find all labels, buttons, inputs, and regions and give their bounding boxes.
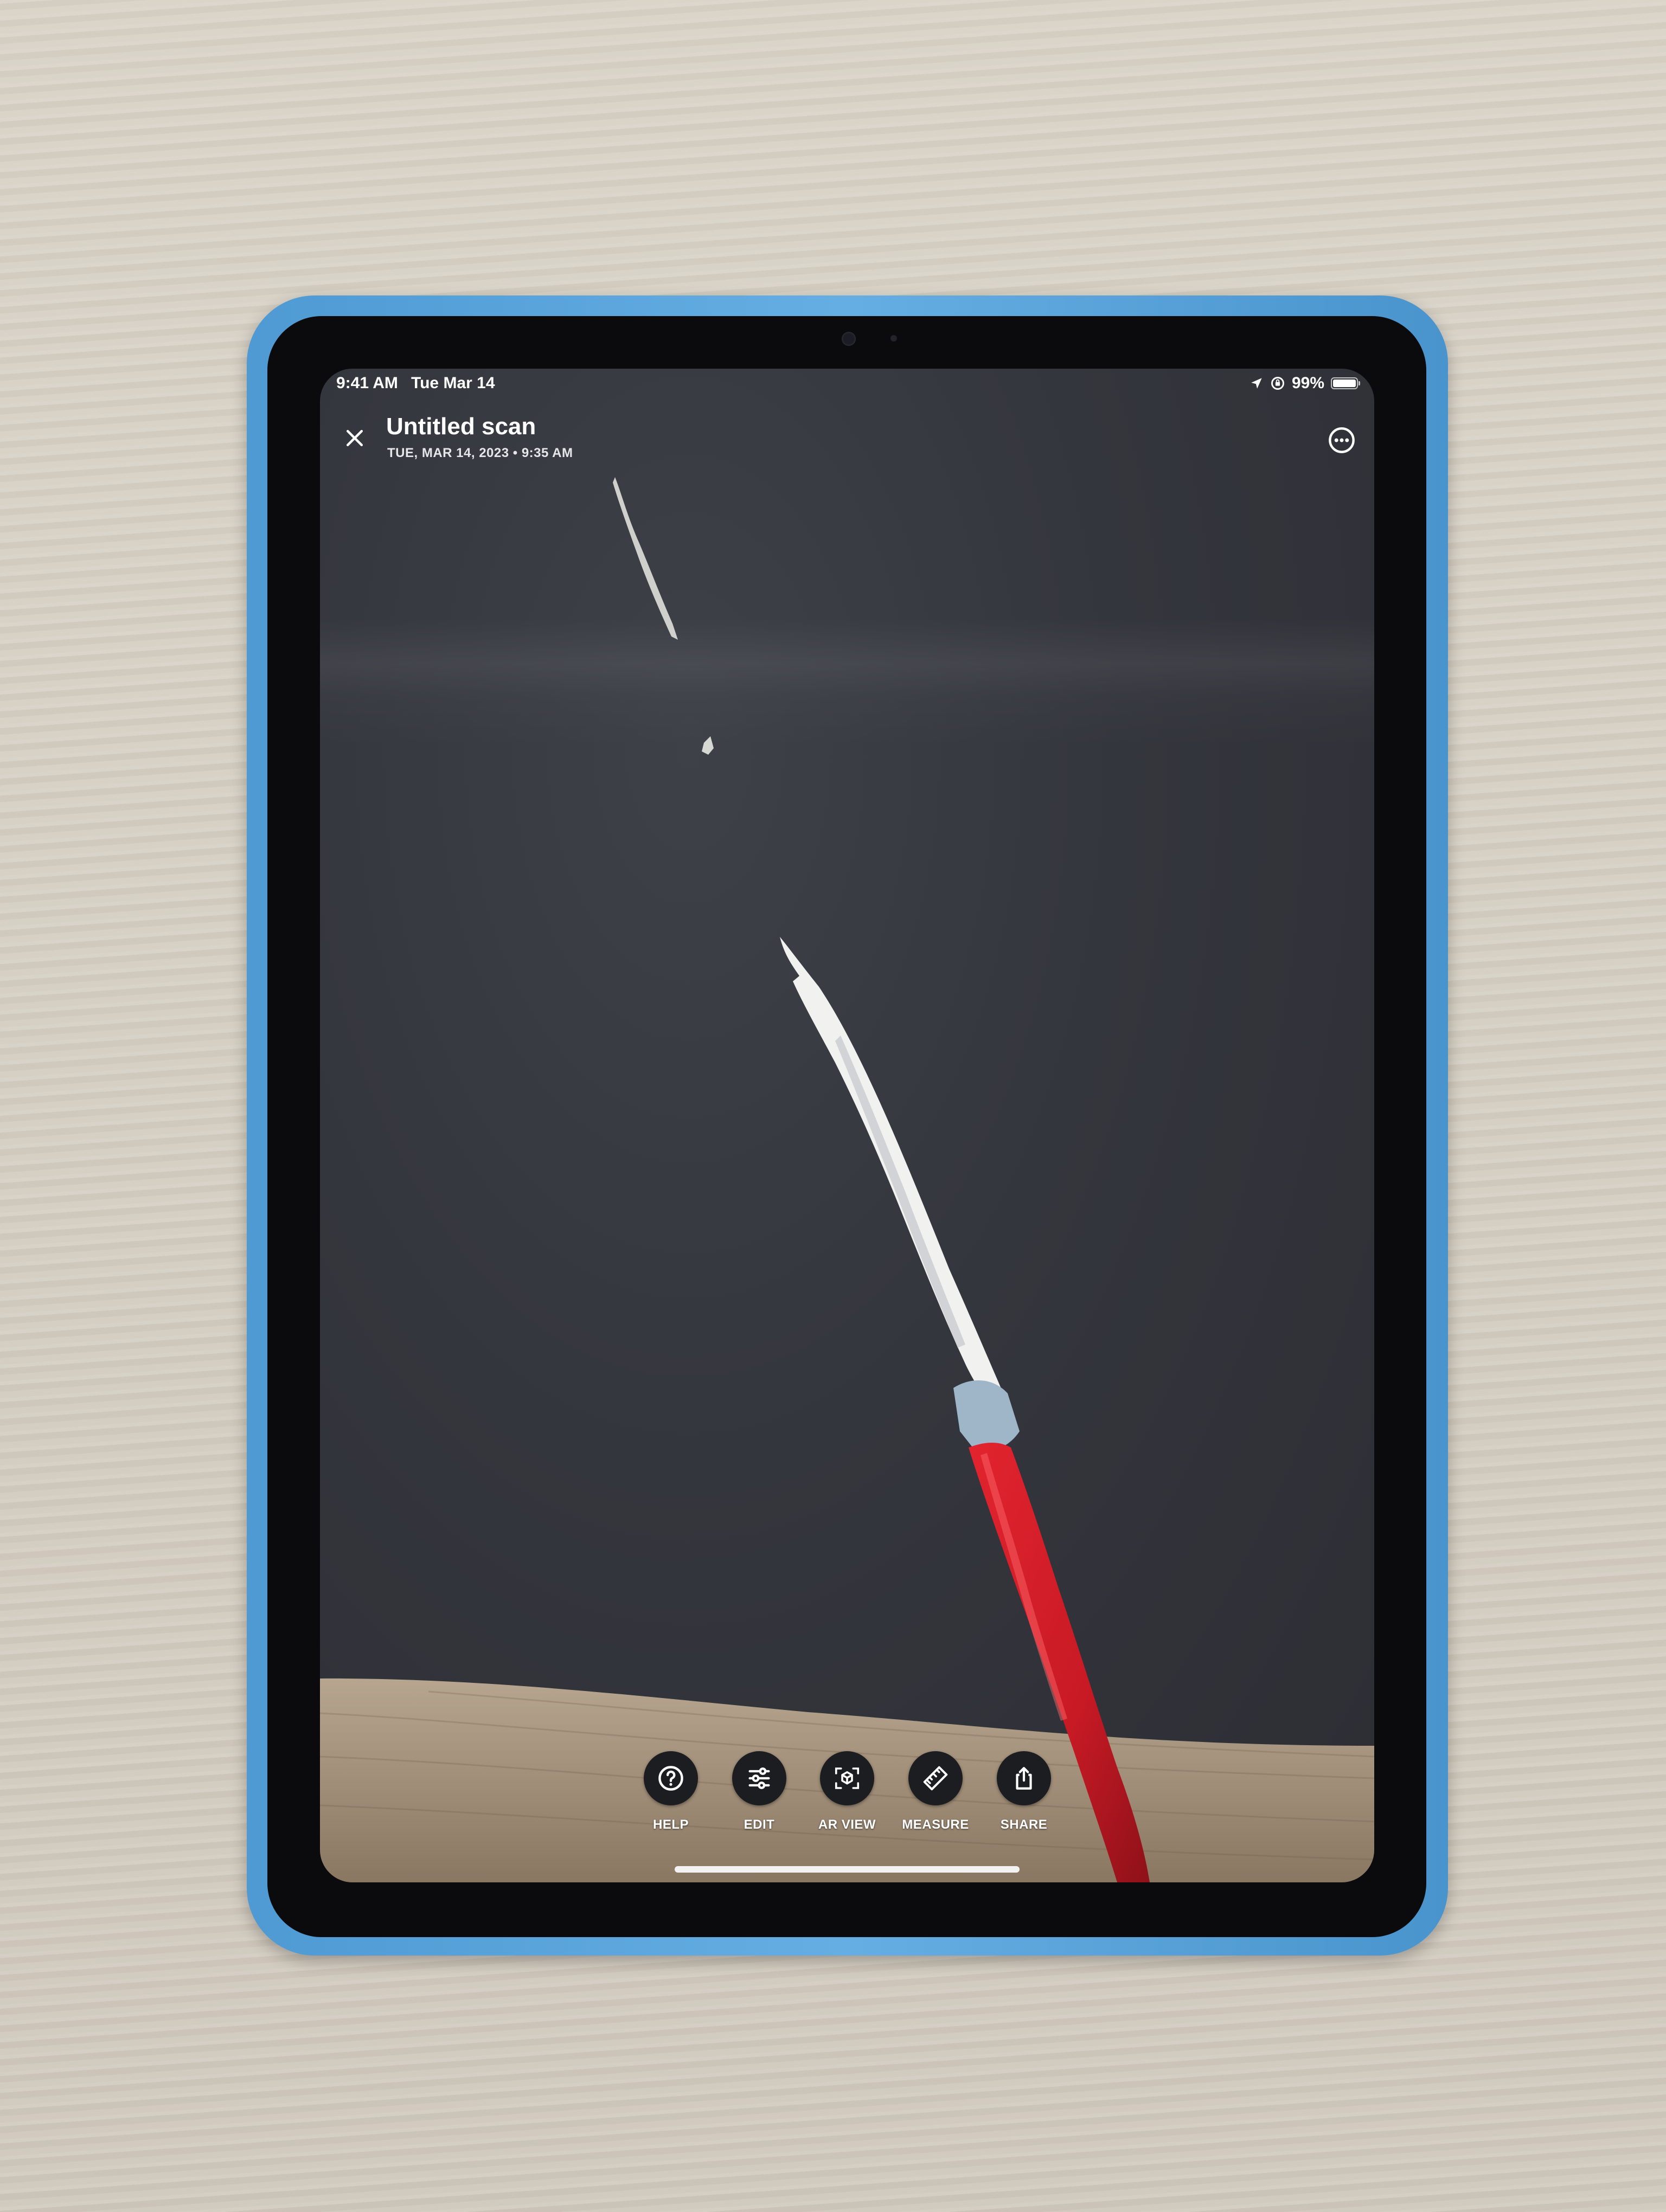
help-button[interactable]: HELP	[627, 1751, 714, 1832]
help-button-circle[interactable]	[644, 1751, 698, 1805]
tablet-screen: 9:41 AM Tue Mar 14 99% Untitled scan TUE…	[320, 369, 1374, 1882]
help-icon	[658, 1766, 683, 1791]
scan-fragment-top	[613, 477, 678, 640]
more-options-button[interactable]	[1325, 424, 1358, 456]
edit-label: EDIT	[744, 1817, 775, 1832]
scan-pole-joint	[953, 1380, 1020, 1452]
status-date: Tue Mar 14	[411, 374, 495, 392]
ar-view-label: AR VIEW	[818, 1817, 876, 1832]
share-button[interactable]: SHARE	[981, 1751, 1067, 1832]
ambient-sensor	[890, 335, 897, 342]
status-indicators: 99%	[1250, 374, 1360, 393]
measure-button-circle[interactable]	[908, 1751, 963, 1805]
scan-pole-shade	[835, 1036, 965, 1348]
close-icon	[346, 429, 363, 447]
battery-cap	[1359, 381, 1360, 385]
home-indicator[interactable]	[675, 1866, 1020, 1873]
share-button-circle[interactable]	[997, 1751, 1051, 1805]
status-time: 9:41 AM	[336, 374, 398, 392]
edit-button[interactable]: EDIT	[716, 1751, 803, 1832]
share-icon	[1016, 1767, 1032, 1790]
bottom-toolbar: HELP EDIT AR VIEW MEASURE SHARE	[320, 1751, 1374, 1849]
share-label: SHARE	[1000, 1817, 1048, 1832]
measure-button[interactable]: MEASURE	[892, 1751, 979, 1832]
ruler-icon	[923, 1766, 948, 1791]
scan-3d-view[interactable]	[320, 369, 1374, 1882]
front-camera	[842, 332, 856, 346]
sliders-icon	[748, 1767, 770, 1789]
measure-label: MEASURE	[902, 1817, 969, 1832]
ar-view-button-circle[interactable]	[820, 1751, 874, 1805]
status-bar: 9:41 AM Tue Mar 14 99%	[320, 369, 1374, 401]
more-options-icon	[1329, 427, 1355, 453]
scan-timestamp: TUE, MAR 14, 2023 • 9:35 AM	[387, 446, 573, 460]
scan-title[interactable]: Untitled scan	[386, 413, 536, 440]
screen-lock-rotation-icon	[1271, 377, 1284, 390]
battery-icon	[1331, 377, 1360, 389]
battery-percent: 99%	[1291, 374, 1324, 392]
help-label: HELP	[652, 1817, 689, 1832]
location-arrow-icon	[1251, 378, 1262, 389]
screen-glare	[320, 618, 1374, 748]
edit-button-circle[interactable]	[732, 1751, 786, 1805]
close-button[interactable]	[338, 422, 371, 454]
ar-view-button[interactable]: AR VIEW	[804, 1751, 890, 1832]
battery-fill	[1333, 380, 1356, 387]
ar-cube-icon	[835, 1767, 860, 1789]
